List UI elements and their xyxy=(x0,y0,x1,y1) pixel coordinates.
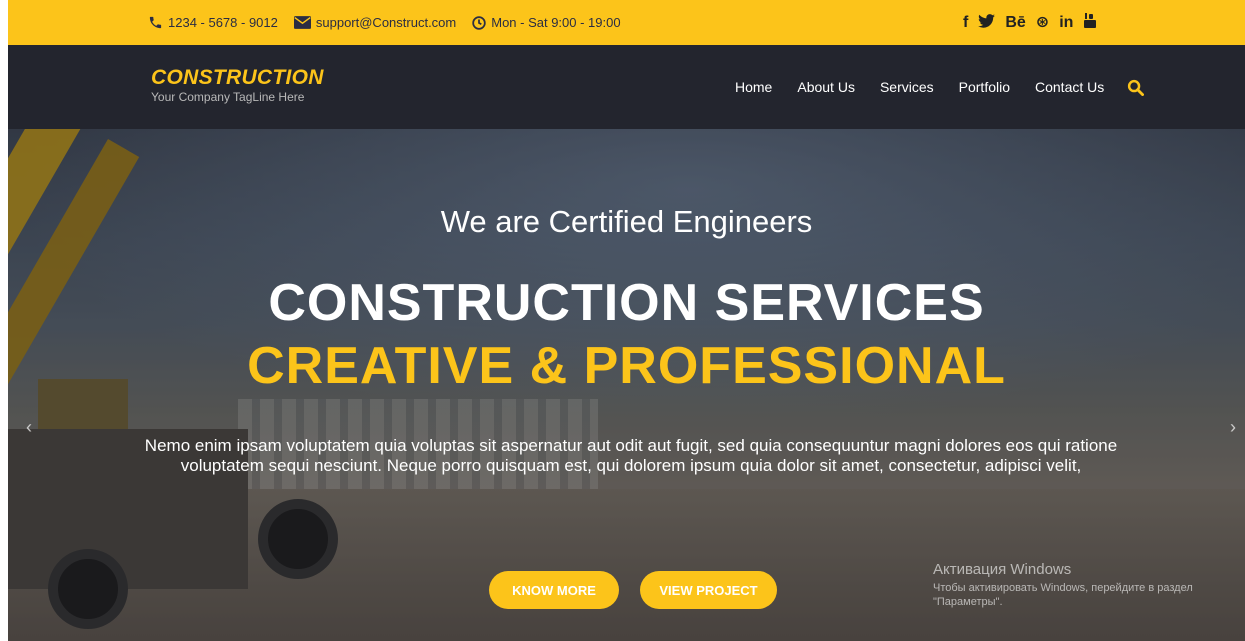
view-project-button[interactable]: VIEW PROJECT xyxy=(640,571,777,609)
nav-item-about-us[interactable]: About Us xyxy=(797,79,855,95)
hero-slider: We are Certified Engineers CONSTRUCTION … xyxy=(8,129,1245,641)
logo-tagline: Your Company TagLine Here xyxy=(151,90,305,104)
nav-menu: Home About Us Services Portfolio Contact… xyxy=(735,45,1145,129)
contact-info: 1234 - 5678 - 9012 support@Construct.com… xyxy=(148,0,621,45)
social-links: f Bē ⊛ in xyxy=(963,0,1097,45)
hero-description: Nemo enim ipsam voluptatem quia voluptas… xyxy=(144,436,1118,475)
behance-icon[interactable]: Bē xyxy=(1005,14,1025,31)
hero-subheading: We are Certified Engineers xyxy=(440,204,813,239)
email-item[interactable]: support@Construct.com xyxy=(293,15,456,30)
watermark-title: Активация Windows xyxy=(933,561,1072,578)
page: 1234 - 5678 - 9012 support@Construct.com… xyxy=(8,0,1245,641)
email-address[interactable]: support@Construct.com xyxy=(316,15,456,30)
phone-icon xyxy=(149,16,162,29)
search-icon[interactable] xyxy=(1127,79,1145,96)
logo-name: CONSTRUCTION xyxy=(151,66,324,89)
linkedin-icon[interactable]: in xyxy=(1059,14,1073,31)
youtube-icon[interactable] xyxy=(1083,12,1097,33)
phone-item: 1234 - 5678 - 9012 xyxy=(148,15,278,30)
hero-heading-primary: CONSTRUCTION SERVICES xyxy=(268,274,985,332)
know-more-button[interactable]: KNOW MORE xyxy=(489,571,619,609)
envelope-icon xyxy=(293,16,311,29)
nav-item-contact-us[interactable]: Contact Us xyxy=(1035,79,1104,95)
top-bar: 1234 - 5678 - 9012 support@Construct.com… xyxy=(8,0,1245,45)
logo[interactable]: CONSTRUCTION Your Company TagLine Here xyxy=(151,66,324,104)
hours-item: Mon - Sat 9:00 - 19:00 xyxy=(472,15,621,30)
nav-item-portfolio[interactable]: Portfolio xyxy=(959,79,1010,95)
opening-hours: Mon - Sat 9:00 - 19:00 xyxy=(491,15,621,30)
watermark-text: Чтобы активировать Windows, перейдите в … xyxy=(933,582,1193,608)
nav-item-services[interactable]: Services xyxy=(880,79,934,95)
slider-prev-arrow-icon[interactable]: ‹ xyxy=(26,417,32,438)
slider-next-arrow-icon[interactable]: › xyxy=(1230,417,1236,438)
facebook-icon[interactable]: f xyxy=(963,14,968,31)
clock-icon xyxy=(472,15,486,30)
hero-heading-secondary: CREATIVE & PROFESSIONAL xyxy=(247,337,1006,395)
nav-item-home[interactable]: Home xyxy=(735,79,772,95)
twitter-icon[interactable] xyxy=(978,13,996,32)
phone-number: 1234 - 5678 - 9012 xyxy=(168,15,278,30)
windows-activation-watermark: Активация Windows Чтобы активировать Win… xyxy=(933,561,1233,609)
main-navbar: CONSTRUCTION Your Company TagLine Here H… xyxy=(8,45,1245,129)
dribbble-icon[interactable]: ⊛ xyxy=(1036,14,1049,31)
